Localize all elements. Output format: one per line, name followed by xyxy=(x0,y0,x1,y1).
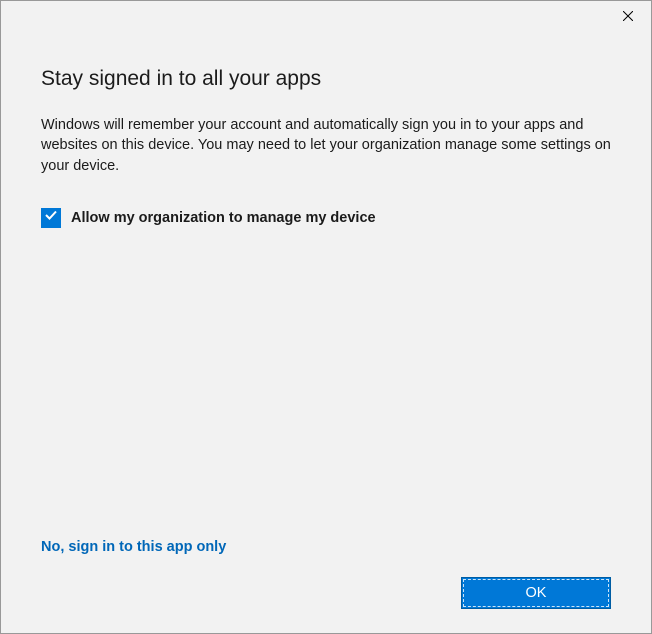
checkmark-icon xyxy=(44,208,58,227)
titlebar xyxy=(1,1,651,31)
manage-device-checkbox-row[interactable]: Allow my organization to manage my devic… xyxy=(41,208,611,228)
ok-button[interactable]: OK xyxy=(461,577,611,609)
close-icon xyxy=(623,9,633,24)
close-button[interactable] xyxy=(605,1,651,31)
button-row: OK xyxy=(41,577,611,609)
manage-device-checkbox-label: Allow my organization to manage my devic… xyxy=(71,210,376,226)
dialog-description: Windows will remember your account and a… xyxy=(41,115,611,176)
sign-in-app-only-link[interactable]: No, sign in to this app only xyxy=(41,539,611,555)
dialog-content: Stay signed in to all your apps Windows … xyxy=(1,31,651,633)
spacer xyxy=(41,228,611,539)
dialog-heading: Stay signed in to all your apps xyxy=(41,67,611,91)
manage-device-checkbox[interactable] xyxy=(41,208,61,228)
